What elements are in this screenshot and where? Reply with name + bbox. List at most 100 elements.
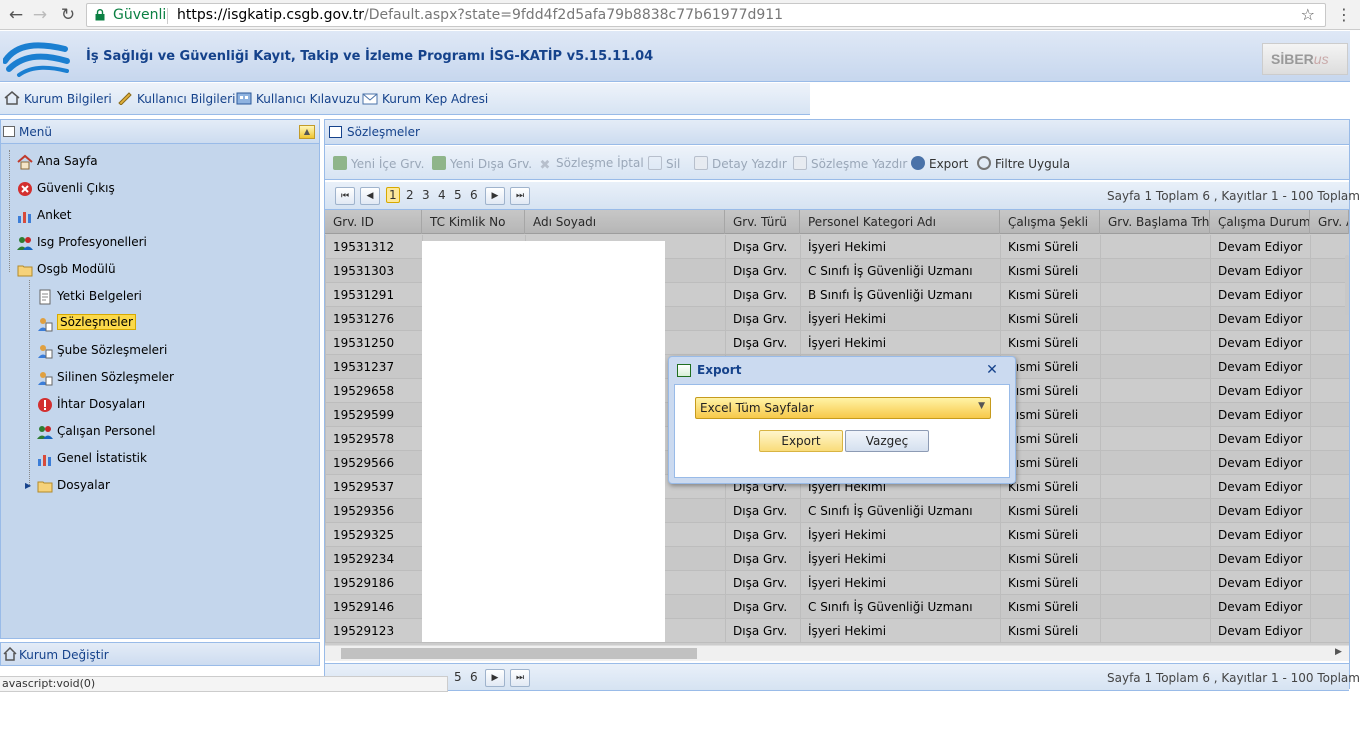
- menu-title: Menü: [19, 125, 52, 139]
- pager-info: Sayfa 1 Toplam 6 , Kayıtlar 1 - 100 Topl…: [1107, 189, 1360, 203]
- contract-icon: [38, 345, 53, 359]
- page-number[interactable]: 5: [454, 188, 462, 202]
- export-dialog: Export ✕ Excel Tüm Sayfalar ▼ Export Vaz…: [668, 356, 1016, 484]
- panel-window-icon: [329, 126, 342, 138]
- kurum-kep-adresi-button[interactable]: Kurum Kep Adresi: [362, 91, 488, 109]
- chevron-down-icon[interactable]: ▼: [978, 401, 985, 411]
- lock-icon: [95, 9, 105, 21]
- tree-connector: [29, 280, 30, 487]
- house-icon: [3, 647, 17, 661]
- pencil-icon: [118, 92, 132, 105]
- export-type-select[interactable]: Excel Tüm Sayfalar ▼: [695, 397, 991, 419]
- collapse-up-icon[interactable]: ▲: [299, 125, 315, 139]
- kurum-degistir-bar[interactable]: Kurum Değiştir: [0, 642, 320, 666]
- toolbar-label: Detay Yazdır: [712, 157, 787, 171]
- url-path: /Default.aspx?state=9fdd4f2d5afa79b8838c…: [363, 7, 784, 23]
- page-number[interactable]: 6: [470, 188, 478, 202]
- warning-icon: [38, 398, 52, 412]
- menu-item-label: Güvenli Çıkış: [37, 181, 115, 195]
- sil-button[interactable]: Sil: [648, 156, 680, 171]
- page-number[interactable]: 1: [386, 187, 400, 203]
- next-page-icon[interactable]: ▶: [485, 187, 505, 205]
- menu-item-label: Silinen Sözleşmeler: [57, 370, 174, 384]
- vendor-logo-suffix: us: [1313, 51, 1329, 67]
- close-icon[interactable]: ✕: [985, 362, 999, 378]
- contract-icon: [38, 372, 53, 386]
- app-logo-icon: [3, 42, 70, 77]
- folder-icon: [37, 481, 53, 493]
- page-number[interactable]: 2: [406, 188, 414, 202]
- menu-item-label: Çalışan Personel: [57, 424, 156, 438]
- menu-item-label: Ana Sayfa: [37, 154, 98, 168]
- bookmark-star-icon[interactable]: ☆: [1301, 5, 1315, 24]
- vendor-logo: SİBERus: [1262, 43, 1348, 75]
- next-page-icon[interactable]: ▶: [485, 669, 505, 687]
- toolbar-label: Kurum Kep Adresi: [382, 92, 489, 106]
- prev-page-icon[interactable]: ◀: [360, 187, 380, 205]
- folder-open-icon: [17, 265, 33, 277]
- yeni-disa-grv-button[interactable]: Yeni Dışa Grv.: [432, 156, 532, 171]
- horizontal-scrollbar[interactable]: ▶: [325, 645, 1349, 661]
- people-icon: [37, 426, 53, 439]
- scrollbar-thumb[interactable]: [341, 648, 697, 659]
- cancel-button[interactable]: Vazgeç: [845, 430, 929, 452]
- browser-menu-icon[interactable]: ⋮: [1336, 5, 1352, 24]
- home-icon: [17, 154, 33, 170]
- grid-toolbar: Yeni İçe Grv. Yeni Dışa Grv. ✖ Sözleşme İ…: [325, 146, 1349, 180]
- house-icon: [4, 91, 20, 105]
- building-icon: [236, 92, 252, 105]
- export-icon: [911, 156, 925, 170]
- reload-icon[interactable]: ↻: [58, 5, 78, 25]
- address-bar[interactable]: Güvenli https://isgkatip.csgb.gov.tr/Def…: [86, 3, 1326, 27]
- sozlesme-iptal-button[interactable]: ✖ Sözleşme İptal: [538, 156, 644, 173]
- kullanici-bilgileri-button[interactable]: Kullanıcı Bilgileri: [117, 91, 235, 109]
- menu-item-label: Osgb Modülü: [37, 262, 116, 276]
- forward-arrow-icon[interactable]: →: [30, 5, 50, 25]
- detay-yazdir-button[interactable]: Detay Yazdır: [694, 156, 787, 171]
- menu-item-label: Sözleşmeler: [57, 314, 136, 330]
- printer-icon: [793, 156, 807, 170]
- kullanici-kilavuzu-button[interactable]: Kullanıcı Kılavuzu: [236, 91, 360, 109]
- last-page-icon[interactable]: ⏭: [510, 187, 530, 205]
- secure-label: Güvenli: [113, 7, 167, 23]
- bottom-pager: 5 6 ▶ ⏭ Sayfa 1 Toplam 6 , Kayıtlar 1 - …: [325, 663, 1360, 691]
- panel-title: Sözleşmeler: [347, 125, 420, 139]
- magnifier-icon: [977, 156, 991, 170]
- tree-connector: [9, 150, 10, 272]
- menu-item-label: İhtar Dosyaları: [57, 397, 146, 411]
- first-page-icon[interactable]: ⏮: [335, 187, 355, 205]
- trash-icon: [648, 156, 662, 170]
- yeni-ice-grv-button[interactable]: Yeni İçe Grv.: [333, 156, 424, 171]
- toolbar-label: Sil: [666, 157, 681, 171]
- page-number[interactable]: 5: [454, 670, 462, 684]
- dialog-title: Export: [697, 363, 742, 377]
- selected-option: Excel Tüm Sayfalar: [700, 401, 814, 415]
- chart-icon: [18, 212, 31, 223]
- sozlesme-yazdir-button[interactable]: Sözleşme Yazdır: [793, 156, 907, 171]
- document-icon: [39, 289, 51, 305]
- toolbar-label: Sözleşme Yazdır: [811, 157, 908, 171]
- browser-status-bar: avascript:void(0): [0, 676, 448, 692]
- last-page-icon[interactable]: ⏭: [510, 669, 530, 687]
- chart-icon: [38, 455, 51, 466]
- filtre-uygula-button[interactable]: Filtre Uygula: [977, 156, 1070, 171]
- kurum-bilgileri-button[interactable]: Kurum Bilgileri: [4, 91, 112, 109]
- toolbar-label: Sözleşme İptal: [556, 156, 644, 170]
- toolbar-label: Kurum Bilgileri: [24, 92, 112, 106]
- toolbar-label: Export: [929, 157, 969, 171]
- expand-arrow-icon[interactable]: ▶: [25, 481, 31, 490]
- toolbar-label: Filtre Uygula: [995, 157, 1071, 171]
- menu-item-label: Isg Profesyonelleri: [37, 235, 147, 249]
- export-toolbar-button[interactable]: Export: [911, 156, 968, 171]
- scroll-right-icon[interactable]: ▶: [1335, 647, 1342, 657]
- back-arrow-icon[interactable]: ←: [6, 5, 26, 25]
- printer-icon: [694, 156, 708, 170]
- excel-icon: [432, 156, 446, 170]
- vertical-scrollbar-thumb[interactable]: [1345, 255, 1349, 315]
- page-number[interactable]: 3: [422, 188, 430, 202]
- page-number[interactable]: 6: [470, 670, 478, 684]
- address-divider: [167, 8, 168, 24]
- export-button[interactable]: Export: [759, 430, 843, 452]
- kurum-degistir-label: Kurum Değiştir: [19, 648, 109, 662]
- page-number[interactable]: 4: [438, 188, 446, 202]
